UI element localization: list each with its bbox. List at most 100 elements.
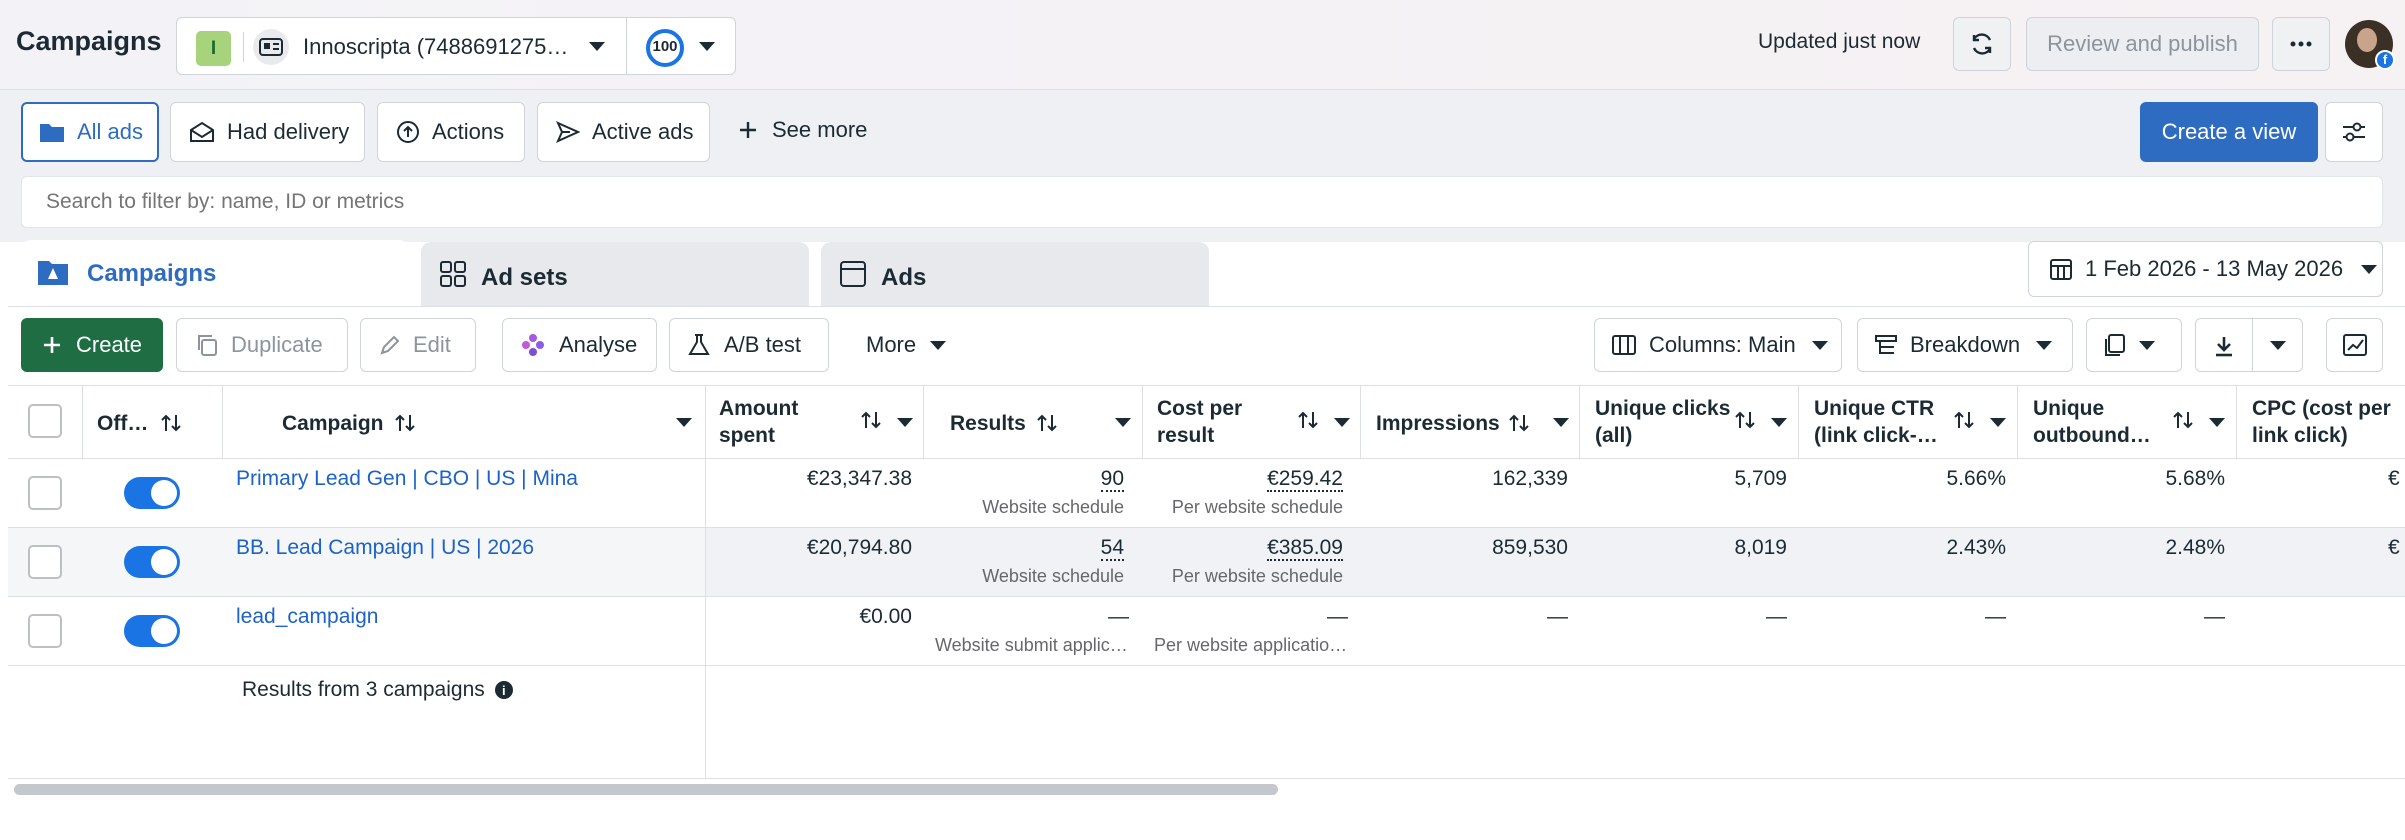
chevron-down-icon (1811, 340, 1828, 350)
tab-campaigns[interactable]: Campaigns (21, 240, 409, 304)
chevron-down-icon (699, 42, 715, 51)
column-header-unique-ctr[interactable]: Unique CTR (link click-… (1814, 395, 1938, 467)
view-tab-active-ads[interactable]: Active ads (537, 102, 710, 162)
campaign-name-link[interactable]: Primary Lead Gen | CBO | US | Mina (236, 467, 578, 491)
info-icon[interactable]: i (494, 681, 513, 699)
column-header-campaign[interactable]: Campaign (282, 408, 416, 438)
results-subtext: Website submit applic… (935, 635, 1128, 655)
divider (1798, 385, 1799, 458)
more-label: More (866, 332, 917, 357)
row-checkbox[interactable] (28, 476, 62, 510)
cost-per-result-value: €385.09 (1267, 536, 1343, 561)
sort-icon[interactable] (1297, 410, 1319, 430)
see-more-button[interactable]: See more (738, 117, 867, 143)
divider (705, 385, 706, 778)
results-summary-label: Results from 3 campaigns (242, 678, 485, 701)
sort-icon[interactable] (2172, 410, 2194, 430)
column-header-amount-spent[interactable]: Amount spent (719, 395, 798, 467)
chevron-down-icon[interactable] (1553, 418, 1569, 427)
duplicate-button[interactable]: Duplicate (176, 318, 348, 372)
calendar-icon (2050, 259, 2072, 280)
more-dropdown[interactable]: More (866, 332, 947, 358)
folder-icon (40, 124, 64, 142)
chevron-down-icon (2036, 340, 2053, 350)
create-button[interactable]: Create (21, 318, 163, 372)
facebook-icon: f (2375, 50, 2395, 70)
view-tab-actions[interactable]: Actions (377, 102, 525, 162)
export-button-group[interactable] (2195, 318, 2303, 372)
impressions-value: 859,530 (1492, 536, 1568, 559)
amount-spent-value: €0.00 (859, 605, 912, 628)
chevron-down-icon[interactable] (676, 418, 692, 427)
campaign-toggle[interactable] (124, 477, 180, 509)
column-header-off[interactable]: Off… (97, 408, 182, 438)
cpc-value: € (2388, 536, 2400, 559)
tab-label: Ad sets (481, 264, 568, 291)
view-tab-had-delivery[interactable]: Had delivery (170, 102, 365, 162)
breakdown-label: Breakdown (1910, 332, 2021, 357)
date-range-picker[interactable]: 1 Feb 2026 - 13 May 2026 (2028, 241, 2383, 297)
reports-dropdown[interactable] (2086, 318, 2182, 372)
campaign-toggle[interactable] (124, 615, 180, 647)
review-publish-button[interactable]: Review and publish (2026, 17, 2259, 71)
sort-icon[interactable] (1734, 410, 1756, 430)
column-header-unique-outbound[interactable]: Unique outbound… (2033, 395, 2151, 467)
sliders-icon (2343, 122, 2365, 142)
results-value: 90 (1100, 467, 1124, 492)
horizontal-scrollbar[interactable] (14, 784, 1278, 795)
column-header-cpc[interactable]: CPC (cost per link click) (2252, 395, 2405, 467)
select-all-checkbox[interactable] (28, 404, 62, 438)
impressions-value: — (1547, 605, 1568, 628)
avatar[interactable]: f (2345, 20, 2395, 70)
results-value: — (1108, 605, 1129, 628)
cost-per-result-subtext: Per website applicatio… (1154, 635, 1348, 655)
unique-clicks-value: 8,019 (1734, 536, 1787, 559)
create-view-button[interactable]: Create a view (2140, 102, 2318, 162)
cpc-value: € (2388, 467, 2400, 490)
divider (1142, 385, 1143, 458)
column-header-unique-clicks[interactable]: Unique clicks (all) (1595, 395, 1730, 467)
results-summary: Results from 3 campaigns i (242, 678, 513, 702)
column-header-cost-per-result[interactable]: Cost per result (1157, 395, 1242, 467)
analyse-button[interactable]: Analyse (502, 318, 657, 372)
sort-icon[interactable] (1953, 410, 1975, 430)
row-checkbox[interactable] (28, 614, 62, 648)
charts-button[interactable] (2326, 318, 2383, 372)
chevron-down-icon[interactable] (1771, 418, 1787, 427)
search-input[interactable] (21, 176, 2383, 228)
view-tab-all-ads[interactable]: All ads (21, 102, 159, 162)
sort-icon (161, 414, 182, 432)
campaign-toggle[interactable] (124, 546, 180, 578)
columns-dropdown[interactable]: Columns: Main (1594, 318, 1842, 372)
chevron-down-icon[interactable] (1334, 418, 1350, 427)
edit-label: Edit (413, 332, 451, 357)
chevron-down-icon[interactable] (1990, 418, 2006, 427)
sort-icon[interactable] (860, 410, 882, 430)
account-selector[interactable]: I Innoscripta (7488691275… 100 (176, 17, 736, 75)
chevron-down-icon[interactable] (897, 418, 913, 427)
edit-button[interactable]: Edit (360, 318, 476, 372)
score-gauge[interactable]: 100 (645, 28, 685, 68)
campaign-folder-icon (38, 261, 68, 285)
refresh-button[interactable] (1953, 17, 2011, 71)
chevron-down-icon[interactable] (1115, 418, 1131, 427)
column-header-results[interactable]: Results (950, 408, 1058, 438)
view-tab-label: All ads (77, 119, 144, 144)
account-name: Innoscripta (7488691275… (303, 34, 569, 59)
tab-ads[interactable]: Ads (821, 242, 1209, 306)
results-subtext: Website schedule (982, 497, 1124, 517)
more-options-button[interactable] (2272, 17, 2330, 71)
chevron-down-icon[interactable] (2209, 418, 2225, 427)
results-subtext: Website schedule (982, 566, 1124, 586)
campaign-name-link[interactable]: BB. Lead Campaign | US | 2026 (236, 536, 534, 560)
chart-icon (2342, 334, 2367, 356)
date-range-value: 1 Feb 2026 - 13 May 2026 (2085, 256, 2344, 281)
column-header-impressions[interactable]: Impressions (1376, 408, 1530, 438)
view-settings-button[interactable] (2325, 102, 2383, 162)
breakdown-dropdown[interactable]: Breakdown (1857, 318, 2073, 372)
tab-ad-sets[interactable]: Ad sets (421, 242, 809, 306)
campaign-name-link[interactable]: lead_campaign (236, 605, 378, 629)
ab-test-button[interactable]: A/B test (669, 318, 829, 372)
row-checkbox[interactable] (28, 545, 62, 579)
account-avatar: I (196, 31, 231, 66)
